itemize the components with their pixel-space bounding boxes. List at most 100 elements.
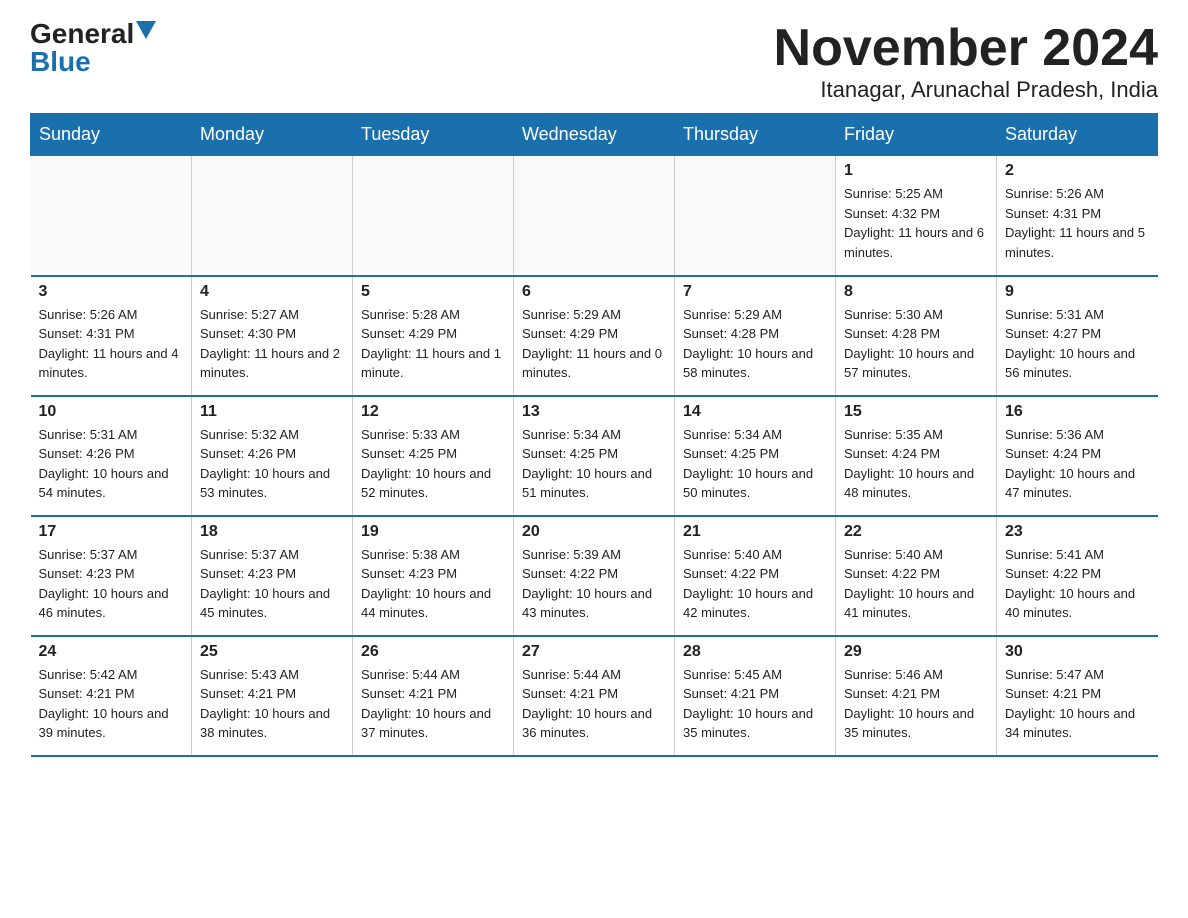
day-number: 16	[1005, 403, 1150, 421]
day-info: Sunrise: 5:39 AM Sunset: 4:22 PM Dayligh…	[522, 545, 666, 623]
week-row-4: 17 Sunrise: 5:37 AM Sunset: 4:23 PM Dayli…	[31, 516, 1158, 636]
calendar-cell: 24 Sunrise: 5:42 AM Sunset: 4:21 PM Dayli…	[31, 636, 192, 756]
day-info: Sunrise: 5:44 AM Sunset: 4:21 PM Dayligh…	[361, 665, 505, 743]
weekday-header-friday: Friday	[836, 114, 997, 156]
week-row-3: 10 Sunrise: 5:31 AM Sunset: 4:26 PM Dayli…	[31, 396, 1158, 516]
day-number: 19	[361, 523, 505, 541]
calendar-cell: 15Sunrise: 5:35 AM Sunset: 4:24 PM Dayli…	[836, 396, 997, 516]
calendar-cell	[514, 156, 675, 276]
day-number: 9	[1005, 283, 1150, 301]
weekday-header-tuesday: Tuesday	[353, 114, 514, 156]
day-info: Sunrise: 5:29 AM Sunset: 4:28 PM Dayligh…	[683, 305, 827, 383]
weekday-header-monday: Monday	[192, 114, 353, 156]
day-number: 10	[39, 403, 184, 421]
day-info: Sunrise: 5:45 AM Sunset: 4:21 PM Dayligh…	[683, 665, 827, 743]
calendar-cell	[192, 156, 353, 276]
day-number: 11	[200, 403, 344, 421]
day-info: Sunrise: 5:26 AM Sunset: 4:31 PM Dayligh…	[1005, 184, 1150, 262]
day-info: Sunrise: 5:31 AM Sunset: 4:27 PM Dayligh…	[1005, 305, 1150, 383]
logo-blue: Blue	[30, 48, 91, 76]
calendar-cell	[31, 156, 192, 276]
calendar-table: SundayMondayTuesdayWednesdayThursdayFrid…	[30, 113, 1158, 757]
day-info: Sunrise: 5:47 AM Sunset: 4:21 PM Dayligh…	[1005, 665, 1150, 743]
day-number: 24	[39, 643, 184, 661]
calendar-cell: 13 Sunrise: 5:34 AM Sunset: 4:25 PM Dayli…	[514, 396, 675, 516]
day-info: Sunrise: 5:31 AM Sunset: 4:26 PM Dayligh…	[39, 425, 184, 503]
day-number: 21	[683, 523, 827, 541]
day-info: Sunrise: 5:36 AM Sunset: 4:24 PM Dayligh…	[1005, 425, 1150, 503]
calendar-cell: 14Sunrise: 5:34 AM Sunset: 4:25 PM Dayli…	[675, 396, 836, 516]
month-title: November 2024	[774, 20, 1158, 77]
day-info: Sunrise: 5:37 AM Sunset: 4:23 PM Dayligh…	[200, 545, 344, 623]
day-number: 28	[683, 643, 827, 661]
title-area: November 2024 Itanagar, Arunachal Prades…	[774, 20, 1158, 103]
day-number: 15	[844, 403, 988, 421]
calendar-cell: 26Sunrise: 5:44 AM Sunset: 4:21 PM Dayli…	[353, 636, 514, 756]
calendar-cell: 12Sunrise: 5:33 AM Sunset: 4:25 PM Dayli…	[353, 396, 514, 516]
day-number: 30	[1005, 643, 1150, 661]
calendar-cell	[675, 156, 836, 276]
calendar-body: 1 Sunrise: 5:25 AM Sunset: 4:32 PM Daylig…	[31, 156, 1158, 756]
day-info: Sunrise: 5:28 AM Sunset: 4:29 PM Dayligh…	[361, 305, 505, 383]
day-number: 17	[39, 523, 184, 541]
day-number: 27	[522, 643, 666, 661]
calendar-header: SundayMondayTuesdayWednesdayThursdayFrid…	[31, 114, 1158, 156]
day-number: 20	[522, 523, 666, 541]
day-info: Sunrise: 5:37 AM Sunset: 4:23 PM Dayligh…	[39, 545, 184, 623]
day-number: 13	[522, 403, 666, 421]
location-title: Itanagar, Arunachal Pradesh, India	[774, 77, 1158, 103]
calendar-cell: 6Sunrise: 5:29 AM Sunset: 4:29 PM Daylig…	[514, 276, 675, 396]
calendar-cell: 28 Sunrise: 5:45 AM Sunset: 4:21 PM Dayli…	[675, 636, 836, 756]
calendar-cell: 4 Sunrise: 5:27 AM Sunset: 4:30 PM Daylig…	[192, 276, 353, 396]
day-info: Sunrise: 5:25 AM Sunset: 4:32 PM Dayligh…	[844, 184, 988, 262]
week-row-1: 1 Sunrise: 5:25 AM Sunset: 4:32 PM Daylig…	[31, 156, 1158, 276]
day-number: 3	[39, 283, 184, 301]
logo-general: General	[30, 20, 134, 48]
calendar-cell: 21 Sunrise: 5:40 AM Sunset: 4:22 PM Dayli…	[675, 516, 836, 636]
weekday-header-wednesday: Wednesday	[514, 114, 675, 156]
day-number: 29	[844, 643, 988, 661]
week-row-2: 3 Sunrise: 5:26 AM Sunset: 4:31 PM Daylig…	[31, 276, 1158, 396]
day-number: 18	[200, 523, 344, 541]
calendar-cell: 8 Sunrise: 5:30 AM Sunset: 4:28 PM Daylig…	[836, 276, 997, 396]
calendar-cell: 9 Sunrise: 5:31 AM Sunset: 4:27 PM Daylig…	[997, 276, 1158, 396]
day-info: Sunrise: 5:30 AM Sunset: 4:28 PM Dayligh…	[844, 305, 988, 383]
day-info: Sunrise: 5:34 AM Sunset: 4:25 PM Dayligh…	[522, 425, 666, 503]
weekday-header-row: SundayMondayTuesdayWednesdayThursdayFrid…	[31, 114, 1158, 156]
logo-triangle-icon	[136, 21, 156, 39]
calendar-cell: 30 Sunrise: 5:47 AM Sunset: 4:21 PM Dayli…	[997, 636, 1158, 756]
calendar-cell: 11 Sunrise: 5:32 AM Sunset: 4:26 PM Dayli…	[192, 396, 353, 516]
calendar-cell	[353, 156, 514, 276]
day-info: Sunrise: 5:38 AM Sunset: 4:23 PM Dayligh…	[361, 545, 505, 623]
day-number: 2	[1005, 162, 1150, 180]
day-info: Sunrise: 5:46 AM Sunset: 4:21 PM Dayligh…	[844, 665, 988, 743]
day-number: 4	[200, 283, 344, 301]
calendar-cell: 2 Sunrise: 5:26 AM Sunset: 4:31 PM Daylig…	[997, 156, 1158, 276]
day-info: Sunrise: 5:40 AM Sunset: 4:22 PM Dayligh…	[844, 545, 988, 623]
day-info: Sunrise: 5:26 AM Sunset: 4:31 PM Dayligh…	[39, 305, 184, 383]
day-info: Sunrise: 5:27 AM Sunset: 4:30 PM Dayligh…	[200, 305, 344, 383]
calendar-cell: 27 Sunrise: 5:44 AM Sunset: 4:21 PM Dayli…	[514, 636, 675, 756]
day-info: Sunrise: 5:40 AM Sunset: 4:22 PM Dayligh…	[683, 545, 827, 623]
day-number: 8	[844, 283, 988, 301]
calendar-cell: 16 Sunrise: 5:36 AM Sunset: 4:24 PM Dayli…	[997, 396, 1158, 516]
calendar-cell: 10 Sunrise: 5:31 AM Sunset: 4:26 PM Dayli…	[31, 396, 192, 516]
day-info: Sunrise: 5:32 AM Sunset: 4:26 PM Dayligh…	[200, 425, 344, 503]
day-number: 6	[522, 283, 666, 301]
weekday-header-sunday: Sunday	[31, 114, 192, 156]
calendar-cell: 3 Sunrise: 5:26 AM Sunset: 4:31 PM Daylig…	[31, 276, 192, 396]
day-info: Sunrise: 5:44 AM Sunset: 4:21 PM Dayligh…	[522, 665, 666, 743]
day-info: Sunrise: 5:33 AM Sunset: 4:25 PM Dayligh…	[361, 425, 505, 503]
day-info: Sunrise: 5:42 AM Sunset: 4:21 PM Dayligh…	[39, 665, 184, 743]
calendar-cell: 18 Sunrise: 5:37 AM Sunset: 4:23 PM Dayli…	[192, 516, 353, 636]
day-info: Sunrise: 5:43 AM Sunset: 4:21 PM Dayligh…	[200, 665, 344, 743]
logo: General Blue	[30, 20, 156, 76]
day-number: 14	[683, 403, 827, 421]
header: General Blue November 2024 Itanagar, Aru…	[30, 20, 1158, 103]
day-info: Sunrise: 5:41 AM Sunset: 4:22 PM Dayligh…	[1005, 545, 1150, 623]
calendar-cell: 20 Sunrise: 5:39 AM Sunset: 4:22 PM Dayli…	[514, 516, 675, 636]
day-number: 1	[844, 162, 988, 180]
calendar-cell: 7Sunrise: 5:29 AM Sunset: 4:28 PM Daylig…	[675, 276, 836, 396]
day-number: 23	[1005, 523, 1150, 541]
calendar-cell: 5Sunrise: 5:28 AM Sunset: 4:29 PM Daylig…	[353, 276, 514, 396]
